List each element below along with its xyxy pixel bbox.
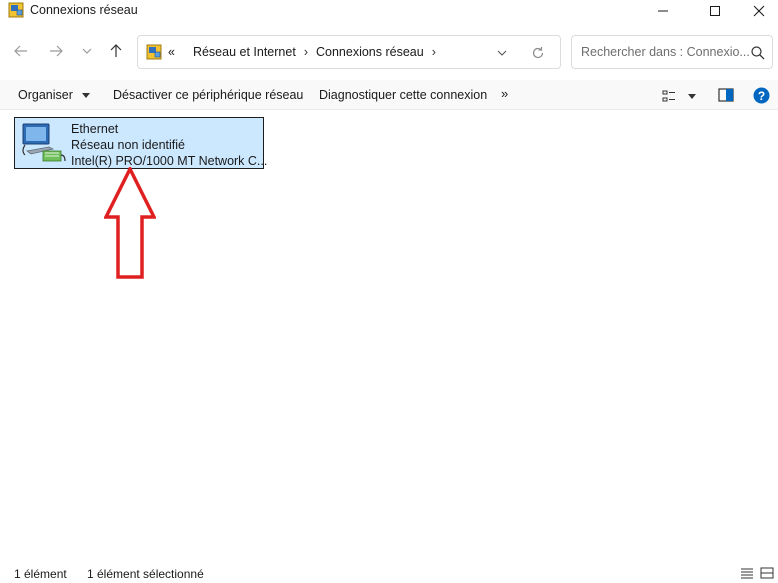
address-history-button[interactable] bbox=[492, 43, 512, 63]
disable-device-button[interactable]: Désactiver ce périphérique réseau bbox=[113, 88, 303, 102]
view-options-icon bbox=[662, 90, 675, 102]
search-icon bbox=[751, 46, 765, 60]
organiser-label: Organiser bbox=[18, 88, 73, 102]
details-view-icon[interactable] bbox=[740, 567, 754, 579]
help-icon[interactable]: ? bbox=[753, 87, 770, 104]
title-bar: Connexions réseau bbox=[0, 0, 778, 24]
arrow-left-icon bbox=[14, 45, 27, 57]
maximize-icon bbox=[710, 6, 720, 16]
selected-count: 1 élément sélectionné bbox=[87, 567, 204, 581]
chevron-down-icon bbox=[82, 48, 92, 54]
ethernet-adapter-icon bbox=[22, 123, 66, 162]
breadcrumb-item-connexions-reseau[interactable]: Connexions réseau bbox=[316, 45, 424, 59]
window-title: Connexions réseau bbox=[30, 3, 138, 17]
close-icon bbox=[753, 5, 765, 17]
back-button[interactable] bbox=[10, 40, 32, 62]
annotation-arrow bbox=[104, 167, 156, 279]
search-input[interactable]: Rechercher dans : Connexio... bbox=[571, 35, 773, 69]
svg-text:?: ? bbox=[758, 89, 765, 103]
address-bar[interactable]: « Réseau et Internet › Connexions réseau… bbox=[137, 35, 561, 69]
view-options-button[interactable] bbox=[662, 88, 702, 104]
connection-adapter: Intel(R) PRO/1000 MT Network C... bbox=[71, 154, 268, 168]
breadcrumb: « Réseau et Internet › Connexions réseau… bbox=[168, 45, 444, 59]
forward-button[interactable] bbox=[45, 40, 67, 62]
connection-details: Ethernet Réseau non identifié Intel(R) P… bbox=[71, 121, 267, 169]
refresh-button[interactable] bbox=[528, 43, 548, 63]
breadcrumb-separator[interactable]: › bbox=[432, 45, 436, 59]
up-button[interactable] bbox=[105, 40, 127, 62]
arrow-right-icon bbox=[50, 45, 63, 57]
command-bar: Organiser Désactiver ce périphérique rés… bbox=[0, 80, 778, 110]
breadcrumb-overflow[interactable]: « bbox=[168, 45, 175, 59]
search-placeholder: Rechercher dans : Connexio... bbox=[581, 45, 750, 59]
network-connections-icon bbox=[146, 44, 162, 60]
close-button[interactable] bbox=[736, 0, 778, 22]
breadcrumb-item-reseau-internet[interactable]: Réseau et Internet bbox=[193, 45, 296, 59]
chevron-down-icon bbox=[497, 50, 507, 56]
caret-down-icon bbox=[688, 93, 696, 99]
maximize-button[interactable] bbox=[692, 0, 738, 22]
breadcrumb-separator[interactable]: › bbox=[304, 45, 308, 59]
connection-item-ethernet[interactable]: Ethernet Réseau non identifié Intel(R) P… bbox=[14, 117, 267, 169]
recent-locations-button[interactable] bbox=[76, 40, 98, 62]
more-commands-button[interactable]: » bbox=[501, 86, 508, 101]
minimize-icon bbox=[658, 10, 668, 12]
refresh-icon bbox=[532, 47, 544, 59]
minimize-button[interactable] bbox=[640, 0, 686, 22]
connection-status: Réseau non identifié bbox=[71, 138, 185, 152]
preview-pane-icon[interactable] bbox=[718, 88, 734, 102]
connection-name: Ethernet bbox=[71, 122, 119, 136]
caret-down-icon bbox=[82, 93, 91, 99]
item-count: 1 élément bbox=[14, 567, 67, 581]
network-connections-icon bbox=[8, 2, 24, 18]
arrow-up-icon bbox=[110, 44, 122, 57]
tiles-view-icon[interactable] bbox=[760, 567, 774, 579]
organiser-button[interactable]: Organiser bbox=[18, 88, 91, 102]
status-bar: 1 élément 1 élément sélectionné bbox=[0, 563, 778, 583]
navigation-bar: « Réseau et Internet › Connexions réseau… bbox=[0, 24, 778, 80]
file-list-area[interactable]: Ethernet Réseau non identifié Intel(R) P… bbox=[0, 111, 778, 563]
diagnose-connection-button[interactable]: Diagnostiquer cette connexion bbox=[319, 88, 487, 102]
